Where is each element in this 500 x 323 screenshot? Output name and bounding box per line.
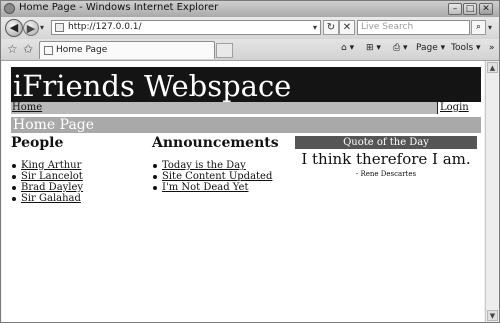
list-item: I'm Not Dead Yet xyxy=(153,182,272,193)
address-url: http://127.0.0.1/ xyxy=(68,22,142,32)
tools-menu-button[interactable]: Tools ▾ xyxy=(451,43,481,53)
list-item: Sir Galahad xyxy=(12,193,83,204)
forward-button[interactable]: ▶ xyxy=(23,20,39,36)
scroll-down-icon[interactable]: ▼ xyxy=(487,310,498,321)
bullet-icon xyxy=(12,164,16,168)
tab-command-bar: ☆ ✩ Home Page ⌂ ▾ ⊞ ▾ ⎙ ▾ Page ▾ Tools ▾… xyxy=(1,39,499,61)
forward-arrow-icon: ▶ xyxy=(26,22,36,35)
stop-button[interactable]: ✕ xyxy=(339,20,355,35)
home-command-button[interactable]: ⌂ ▾ xyxy=(341,43,354,53)
people-list: King Arthur Sir Lancelot Brad Dayley Sir… xyxy=(12,160,83,204)
address-dropdown-icon[interactable]: ▾ xyxy=(313,23,317,32)
more-commands-button[interactable]: » xyxy=(489,43,495,53)
search-options-dropdown[interactable]: ▾ xyxy=(488,23,492,32)
minimize-button[interactable]: – xyxy=(448,3,462,15)
ie-logo-icon xyxy=(4,3,15,14)
announcement-link[interactable]: Site Content Updated xyxy=(162,171,272,182)
page-menu-button[interactable]: Page ▾ xyxy=(416,43,445,53)
login-box: Login xyxy=(437,102,481,114)
add-favorites-icon[interactable]: ✩ xyxy=(23,42,33,56)
tab-home-page[interactable]: Home Page xyxy=(39,41,215,59)
favorites-star-icon[interactable]: ☆ xyxy=(7,42,18,56)
list-item: Today is the Day xyxy=(153,160,272,171)
maximize-button[interactable]: □ xyxy=(463,3,477,15)
site-nav-bar: Home Login xyxy=(11,102,481,114)
back-arrow-icon: ◀ xyxy=(9,21,19,34)
announcement-link[interactable]: I'm Not Dead Yet xyxy=(162,182,248,193)
close-button[interactable]: ✕ xyxy=(479,3,493,15)
bullet-icon xyxy=(153,164,157,168)
tab-label: Home Page xyxy=(56,45,108,55)
vertical-scrollbar[interactable]: ▲ ▼ xyxy=(485,61,499,322)
refresh-button[interactable]: ↻ xyxy=(323,20,339,35)
announcements-heading: Announcements xyxy=(152,135,279,151)
quote-text: I think therefore I am. xyxy=(301,150,471,168)
refresh-icon: ↻ xyxy=(326,22,336,33)
page-viewport: iFriends Webspace Home Login Home Page P… xyxy=(2,61,484,322)
site-banner: iFriends Webspace xyxy=(11,67,481,105)
list-item: King Arthur xyxy=(12,160,83,171)
address-toolbar: ◀ ▶ ▾ http://127.0.0.1/ ▾ ↻ ✕ Live Searc… xyxy=(1,17,499,39)
bullet-icon xyxy=(12,186,16,190)
tab-page-icon xyxy=(44,46,53,55)
bullet-icon xyxy=(153,175,157,179)
page-title: Home Page xyxy=(11,117,481,133)
recent-pages-dropdown[interactable]: ▾ xyxy=(40,23,44,32)
browser-window: Home Page - Windows Internet Explorer – … xyxy=(0,0,500,323)
search-input[interactable]: Live Search xyxy=(357,20,470,35)
list-item: Sir Lancelot xyxy=(12,171,83,182)
back-button[interactable]: ◀ xyxy=(5,19,23,37)
window-title: Home Page - Windows Internet Explorer xyxy=(19,2,219,13)
people-link[interactable]: Sir Galahad xyxy=(21,193,81,204)
feeds-command-button[interactable]: ⊞ ▾ xyxy=(366,43,381,53)
stop-icon: ✕ xyxy=(342,22,352,33)
people-heading: People xyxy=(11,135,64,151)
list-item: Site Content Updated xyxy=(153,171,272,182)
scroll-up-icon[interactable]: ▲ xyxy=(487,62,498,73)
search-icon: ⌕ xyxy=(475,22,482,32)
quote-author: - Rene Descartes xyxy=(355,170,417,178)
people-link[interactable]: Brad Dayley xyxy=(21,182,83,193)
page-icon xyxy=(55,23,64,32)
nav-home-link[interactable]: Home xyxy=(12,102,42,114)
bullet-icon xyxy=(153,186,157,190)
bullet-icon xyxy=(12,175,16,179)
nav-login-link[interactable]: Login xyxy=(440,102,469,114)
people-link[interactable]: Sir Lancelot xyxy=(21,171,83,182)
people-link[interactable]: King Arthur xyxy=(21,160,81,171)
bullet-icon xyxy=(12,197,16,201)
search-button[interactable]: ⌕ xyxy=(471,20,486,35)
new-tab-button[interactable] xyxy=(216,43,233,58)
quote-heading: Quote of the Day xyxy=(295,136,477,149)
announcement-link[interactable]: Today is the Day xyxy=(162,160,246,171)
print-command-button[interactable]: ⎙ ▾ xyxy=(393,43,408,53)
title-bar: Home Page - Windows Internet Explorer – … xyxy=(1,1,499,17)
list-item: Brad Dayley xyxy=(12,182,83,193)
address-field[interactable]: http://127.0.0.1/ ▾ xyxy=(51,20,321,35)
announcements-list: Today is the Day Site Content Updated I'… xyxy=(153,160,272,193)
